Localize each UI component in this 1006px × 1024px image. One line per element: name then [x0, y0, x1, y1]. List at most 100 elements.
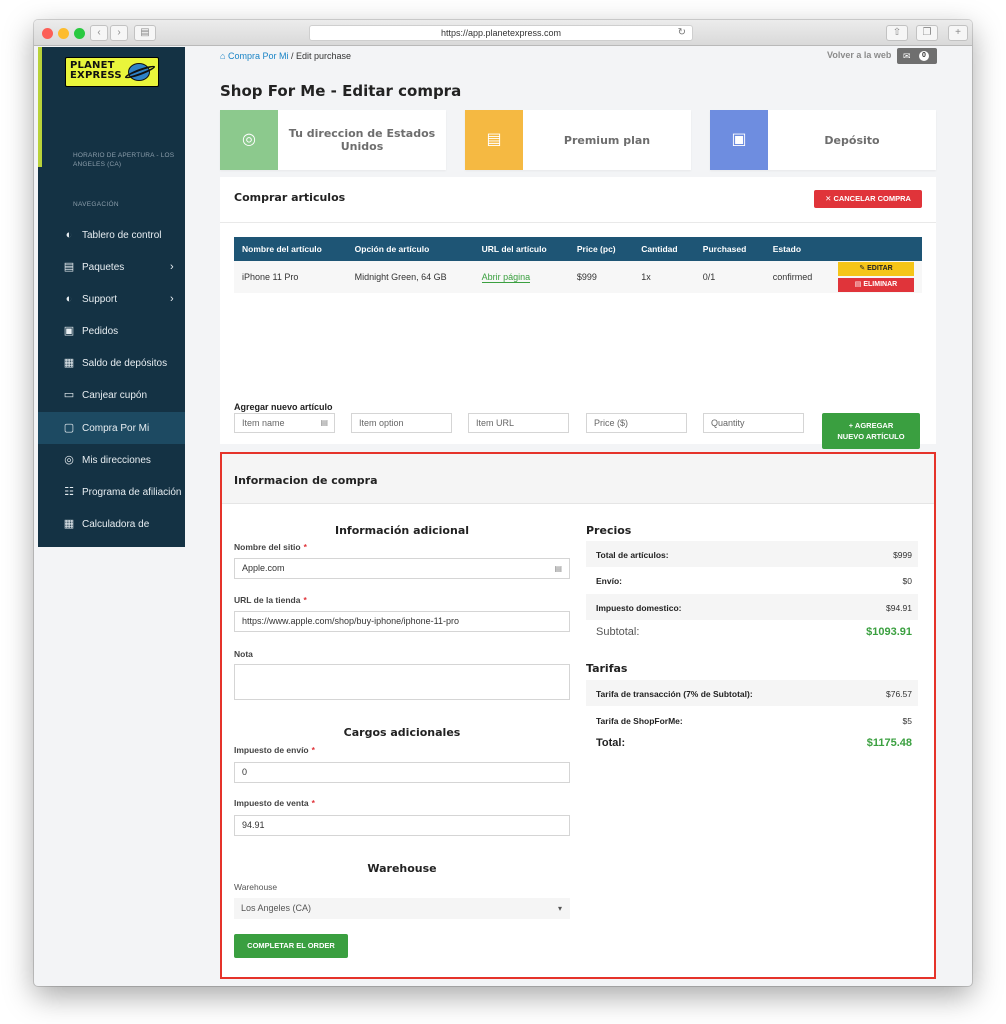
col-header-purchased: Purchased	[694, 237, 765, 261]
envelope-icon: ✉	[903, 51, 911, 61]
back-button[interactable]: ‹	[90, 25, 108, 41]
divider	[220, 222, 936, 223]
sidebar: PLANET EXPRESS HORARIO DE APERTURA - LOS …	[38, 47, 185, 547]
location-pin-icon: ◎	[220, 110, 278, 170]
sidebar-toggle-button[interactable]: ▤	[134, 25, 156, 41]
sidebar-item-tablero-de-control[interactable]: ◐ Tablero de control	[38, 219, 185, 251]
complete-order-button[interactable]: COMPLETAR EL ORDER	[234, 934, 348, 958]
item-actions: ✎ EDITAR ▤ ELIMINAR	[830, 261, 922, 293]
tabs-button[interactable]: ❐	[916, 25, 938, 41]
address-bar[interactable]: https://app.planetexpress.com ↻	[309, 25, 693, 41]
warehouse-heading: Warehouse	[367, 862, 437, 875]
premium-plan-card-label: Premium plan	[563, 133, 651, 147]
page-title: Shop For Me - Editar compra	[220, 82, 462, 100]
col-header-option: Opción de artículo	[346, 237, 474, 261]
col-header-status: Estado	[764, 237, 830, 261]
sidebar-item-mis-direcciones[interactable]: ◎ Mis direcciones	[38, 444, 185, 476]
close-window-button[interactable]	[42, 28, 53, 39]
item-option: Midnight Green, 64 GB	[346, 261, 474, 293]
planet-express-logo[interactable]: PLANET EXPRESS	[65, 57, 159, 87]
navigation-heading: NAVEGACIÓN	[73, 201, 119, 208]
sidebar-item-label: Canjear cupón	[82, 390, 148, 401]
deposit-card-label: Depósito	[824, 133, 880, 147]
add-new-item-button[interactable]: + AGREGAR NUEVO ARTÍCULO	[822, 413, 920, 449]
zoom-window-button[interactable]	[74, 28, 85, 39]
item-url-input[interactable]: Item URL	[468, 413, 569, 433]
sidebar-item-pedidos[interactable]: ▣ Pedidos	[38, 315, 185, 347]
home-icon[interactable]: ⌂	[220, 51, 225, 61]
note-label: Nota	[234, 649, 253, 659]
delete-item-button[interactable]: ▤ ELIMINAR	[838, 278, 914, 292]
sidebar-item-paquetes[interactable]: ▤ Paquetes ›	[38, 251, 185, 283]
prices-heading: Precios	[586, 524, 632, 537]
site-name-input[interactable]: Apple.com ▤	[234, 558, 570, 579]
additional-charges-heading: Cargos adicionales	[343, 726, 461, 739]
table-row: iPhone 11 Pro Midnight Green, 64 GB Abri…	[234, 261, 922, 293]
shipping-tax-input[interactable]: 0	[234, 762, 570, 783]
item-status: confirmed	[764, 261, 830, 293]
item-option-input[interactable]: Item option	[351, 413, 452, 433]
new-tab-button[interactable]: +	[948, 25, 968, 41]
sidebar-item-label: Programa de afiliación	[82, 487, 182, 498]
add-item-label: Agregar nuevo artículo	[234, 402, 333, 412]
item-purchased: 0/1	[694, 261, 765, 293]
purchase-info-header: Informacion de compra	[222, 454, 934, 504]
chevron-right-icon: ›	[170, 261, 174, 273]
purchase-info-panel: Informacion de compra Información adicio…	[220, 452, 936, 979]
premium-plan-card[interactable]: ▤ Premium plan	[465, 110, 691, 170]
back-to-website-link[interactable]: Volver a la web	[827, 50, 891, 60]
deposit-card[interactable]: ▣ Depósito	[710, 110, 936, 170]
item-name-input[interactable]: Item name ▤	[234, 413, 335, 433]
forward-button[interactable]: ›	[110, 25, 128, 41]
col-header-url: URL del artículo	[473, 237, 569, 261]
sales-tax-input[interactable]: 94.91	[234, 815, 570, 836]
item-price: $999	[568, 261, 634, 293]
chevron-right-icon: ›	[170, 293, 174, 305]
fee-row-total: Total: $1175.48	[596, 737, 912, 749]
col-header-price: Price (pc)	[568, 237, 634, 261]
note-textarea[interactable]	[234, 664, 570, 700]
sidebar-item-label: Support	[82, 294, 118, 305]
warehouse-select[interactable]: Los Angeles (CA) ▾	[234, 898, 570, 919]
sidebar-item-label: Tablero de control	[82, 230, 162, 241]
sidebar-item-canjear-cup-n[interactable]: ▭ Canjear cupón	[38, 379, 185, 411]
col-header-quantity: Cantidad	[633, 237, 695, 261]
us-address-card[interactable]: ◎ Tu direccion de Estados Unidos	[220, 110, 446, 170]
minimize-window-button[interactable]	[58, 28, 69, 39]
sidebar-item-label: Saldo de depósitos	[82, 358, 168, 369]
price-row-shipping: Envío: $0	[596, 576, 912, 586]
open-page-link[interactable]: Abrir página	[481, 272, 531, 283]
item-price-input[interactable]: Price ($)	[586, 413, 687, 433]
sidebar-item-programa-de-afiliaci-n[interactable]: ☷ Programa de afiliación	[38, 476, 185, 508]
breadcrumb-link[interactable]: Compra Por Mi	[228, 51, 289, 61]
orders-icon: ▣	[63, 325, 75, 337]
sidebar-item-label: Mis direcciones	[82, 455, 151, 466]
purchase-items-panel: Comprar articulos ✕ CANCELAR COMPRA Nomb…	[220, 177, 936, 449]
deposit-icon: ▦	[63, 357, 75, 369]
store-url-label: URL de la tienda *	[234, 595, 307, 605]
reload-icon[interactable]: ↻	[678, 26, 686, 40]
notification-count: 0	[919, 51, 929, 61]
browser-window: ‹ › ▤ https://app.planetexpress.com ↻ ⇧ …	[34, 20, 972, 986]
fees-heading: Tarifas	[586, 662, 628, 675]
warehouse-label: Warehouse	[234, 882, 278, 892]
sidebar-item-label: Pedidos	[82, 326, 119, 337]
shopping-bag-icon: ▢	[63, 422, 75, 434]
sidebar-item-support[interactable]: ◐ Support ›	[38, 283, 185, 315]
purchase-info-title: Informacion de compra	[234, 474, 378, 487]
sidebar-item-calculadora-de[interactable]: ▦ Calculadora de	[38, 508, 185, 540]
cancel-purchase-button[interactable]: ✕ CANCELAR COMPRA	[814, 190, 922, 208]
item-quantity-input[interactable]: Quantity	[703, 413, 804, 433]
price-row-subtotal: Subtotal: $1093.91	[596, 626, 912, 638]
fee-row-transaction: Tarifa de transacción (7% de Subtotal): $…	[586, 680, 918, 706]
sidebar-item-saldo-de-dep-sitos[interactable]: ▦ Saldo de depósitos	[38, 347, 185, 379]
location-pin-icon: ◎	[64, 454, 74, 466]
gauge-icon: ◐	[65, 229, 73, 241]
share-button[interactable]: ⇧	[886, 25, 908, 41]
edit-item-button[interactable]: ✎ EDITAR	[838, 262, 914, 276]
store-url-input[interactable]: https://www.apple.com/shop/buy-iphone/ip…	[234, 611, 570, 632]
notifications-button[interactable]: ✉ 0	[897, 48, 937, 64]
price-row-domestic-tax: Impuesto domestico: $94.91	[586, 594, 918, 620]
sidebar-item-compra-por-mi[interactable]: ▢ Compra Por Mi	[38, 412, 185, 444]
us-address-card-label: Tu direccion de Estados Unidos	[288, 127, 436, 153]
